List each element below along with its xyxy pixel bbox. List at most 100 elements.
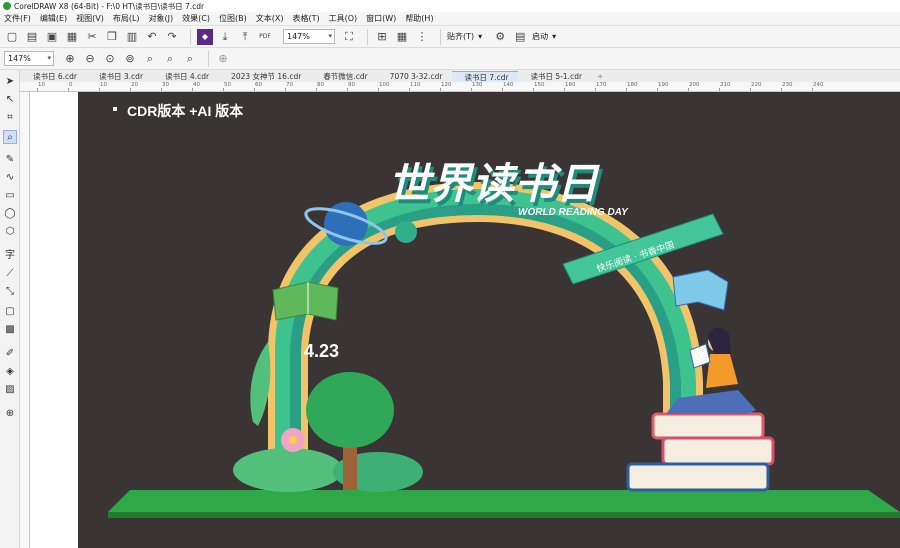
ruler-tick (68, 88, 69, 91)
export-icon[interactable]: ⤒ (237, 29, 253, 45)
show-rulers-icon[interactable]: ⊞ (374, 29, 390, 45)
zoom-to-page-icon[interactable]: ⌕ (142, 51, 158, 67)
zoom-levels-value: 147% (8, 54, 31, 63)
save-icon[interactable]: ▣ (44, 29, 60, 45)
new-tab-icon[interactable]: + (591, 71, 609, 82)
standard-toolbar: ▢ ▤ ▣ ▦ ✂ ❐ ▥ ↶ ↷ ◆ ⤓ ⤒ PDF 147% ▾ ⛶ ⊞ ▦… (0, 26, 900, 48)
artistic-media-icon[interactable]: ∿ (3, 170, 17, 184)
new-document-icon[interactable]: ▢ (4, 29, 20, 45)
print-icon[interactable]: ▦ (64, 29, 80, 45)
ruler-label: 30 (162, 82, 169, 88)
ruler-label: 230 (782, 82, 793, 88)
vertical-ruler[interactable] (20, 92, 30, 548)
tab-document[interactable]: 读书日 4.cdr (152, 71, 218, 82)
tab-document[interactable]: 春节微信.cdr (310, 71, 376, 82)
tab-document[interactable]: 读书日 6.cdr (20, 71, 86, 82)
undo-icon[interactable]: ↶ (144, 29, 160, 45)
ruler-tick (688, 88, 689, 91)
menu-bitmaps[interactable]: 位图(B) (219, 13, 247, 24)
ruler-label: 210 (720, 82, 731, 88)
menu-help[interactable]: 帮助(H) (405, 13, 433, 24)
copy-icon[interactable]: ❐ (104, 29, 120, 45)
ruler-label: 90 (348, 82, 355, 88)
smart-fill-icon[interactable]: ▨ (3, 382, 17, 396)
redo-icon[interactable]: ↷ (164, 29, 180, 45)
eyedropper-tool-icon[interactable]: ✐ (3, 346, 17, 360)
crop-tool-icon[interactable]: ⌗ (3, 110, 17, 124)
tab-document[interactable]: 2023 女神节 16.cdr (218, 71, 310, 82)
show-guidelines-icon[interactable]: ⋮ (414, 29, 430, 45)
menu-layout[interactable]: 布局(L) (113, 13, 140, 24)
options-gear-icon[interactable]: ⚙ (492, 29, 508, 45)
show-grid-icon[interactable]: ▦ (394, 29, 410, 45)
shape-tool-icon[interactable]: ↖ (3, 92, 17, 106)
leaf-plant (250, 342, 271, 426)
add-tool-icon[interactable]: ⊕ (3, 406, 17, 420)
toolbox: ➤ ↖ ⌗ ⌕ ✎ ∿ ▭ ◯ ⬡ 字 ⟋ ⤡ ▢ ▩ ✐ ◈ ▨ ⊕ (0, 70, 20, 548)
application-launcher-icon[interactable]: ▤ (512, 29, 528, 45)
zoom-levels-select[interactable]: 147% ▾ (4, 51, 54, 66)
horizontal-ruler[interactable]: 10 0 10 20 30 40 50 60 70 80 90 100 110 120 130 140 150 1… (20, 82, 900, 92)
zoom-to-selected-icon[interactable]: ⊙ (102, 51, 118, 67)
book-stack-middle (661, 436, 775, 466)
tab-document[interactable]: 读书日 3.cdr (86, 71, 152, 82)
drop-shadow-tool-icon[interactable]: ▢ (3, 304, 17, 318)
paste-icon[interactable]: ▥ (124, 29, 140, 45)
toolbar-divider (190, 28, 191, 45)
parallel-dimension-icon[interactable]: ⟋ (3, 266, 17, 280)
pick-tool-icon[interactable]: ➤ (3, 74, 17, 88)
zoom-level-select[interactable]: 147% ▾ (283, 29, 335, 44)
snap-to-menu[interactable]: 贴齐(T) (447, 31, 474, 42)
title-en: WORLD READING DAY (518, 207, 629, 218)
property-bar: 147% ▾ ⊕ ⊖ ⊙ ⊚ ⌕ ⌕ ⌕ ⊕ (0, 48, 900, 70)
ruler-tick (564, 88, 565, 91)
cut-icon[interactable]: ✂ (84, 29, 100, 45)
menu-text[interactable]: 文本(X) (256, 13, 284, 24)
import-icon[interactable]: ⤓ (217, 29, 233, 45)
menu-file[interactable]: 文件(F) (4, 13, 31, 24)
zoom-tool-icon[interactable]: ⌕ (3, 130, 17, 144)
ellipse-tool-icon[interactable]: ◯ (3, 206, 17, 220)
freehand-tool-icon[interactable]: ✎ (3, 152, 17, 166)
ruler-tick (750, 88, 751, 91)
open-icon[interactable]: ▤ (24, 29, 40, 45)
rectangle-tool-icon[interactable]: ▭ (3, 188, 17, 202)
launch-menu[interactable]: 启动 (532, 31, 548, 42)
zoom-to-all-objects-icon[interactable]: ⊚ (122, 51, 138, 67)
ruler-label: 10 (38, 82, 45, 88)
reading-day-artwork[interactable]: 世界读书日 世界读书日 WORLD READING DAY 快乐阅读 · 书香中… (78, 92, 900, 548)
menu-effects[interactable]: 效果(C) (182, 13, 210, 24)
zoom-in-icon[interactable]: ⊕ (62, 51, 78, 67)
book-stack-bottom (626, 462, 770, 492)
menu-window[interactable]: 窗口(W) (366, 13, 396, 24)
ruler-label: 50 (224, 82, 231, 88)
ruler-label: 150 (534, 82, 545, 88)
menu-tools[interactable]: 工具(O) (329, 13, 358, 24)
connector-tool-icon[interactable]: ⤡ (3, 284, 17, 298)
menu-table[interactable]: 表格(T) (292, 13, 319, 24)
zoom-out-icon[interactable]: ⊖ (82, 51, 98, 67)
ruler-tick (533, 88, 534, 91)
zoom-to-height-icon[interactable]: ⌕ (182, 51, 198, 67)
tab-document-active[interactable]: 读书日 7.cdr (451, 71, 518, 82)
menu-edit[interactable]: 编辑(E) (40, 13, 67, 24)
ruler-label: 60 (255, 82, 262, 88)
text-tool-icon[interactable]: 字 (3, 246, 17, 261)
ruler-tick (192, 88, 193, 91)
open-book-left (272, 281, 339, 321)
corel-connect-icon[interactable]: ◆ (197, 28, 213, 45)
interactive-fill-icon[interactable]: ◈ (3, 364, 17, 378)
transparency-tool-icon[interactable]: ▩ (3, 322, 17, 336)
ruler-tick (254, 88, 255, 91)
add-preset-icon[interactable]: ⊕ (215, 51, 231, 67)
polygon-tool-icon[interactable]: ⬡ (3, 224, 17, 238)
publish-pdf-icon[interactable]: PDF (257, 29, 273, 45)
menu-object[interactable]: 对象(J) (149, 13, 174, 24)
ruler-tick (595, 88, 596, 91)
tab-document[interactable]: 7070 3-32.cdr (377, 71, 452, 82)
full-screen-icon[interactable]: ⛶ (341, 29, 357, 45)
tab-document[interactable]: 读书日 5-1.cdr (518, 71, 592, 82)
menu-view[interactable]: 视图(V) (76, 13, 104, 24)
zoom-to-width-icon[interactable]: ⌕ (162, 51, 178, 67)
ruler-tick (378, 88, 379, 91)
